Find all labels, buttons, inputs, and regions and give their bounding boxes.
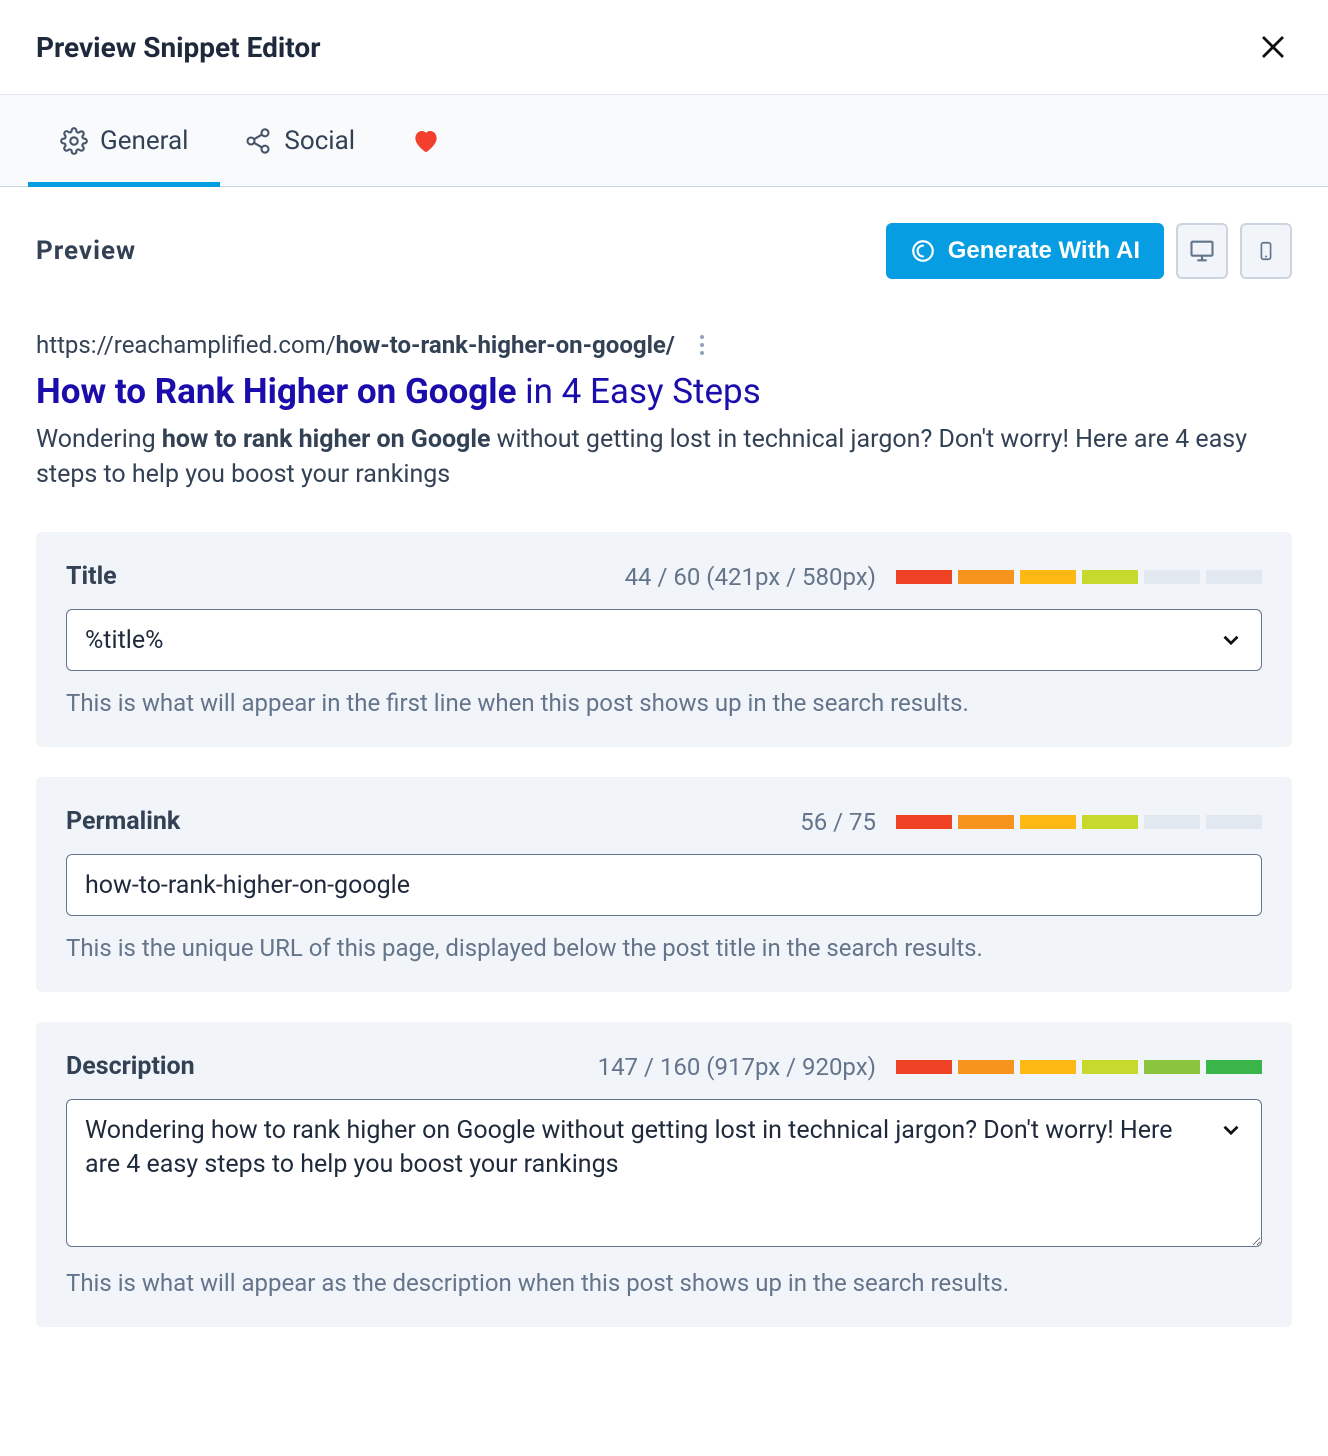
field-label: Description [66,1052,195,1081]
desktop-view-button[interactable] [1176,223,1228,279]
length-meter [896,1060,1262,1074]
field-panel-description: Description 147 / 160 (917px / 920px) Th… [36,1022,1292,1327]
field-panel-title: Title 44 / 60 (421px / 580px) This is wh… [36,532,1292,747]
field-panel-permalink: Permalink 56 / 75 This is the unique URL… [36,777,1292,992]
monitor-icon [1188,237,1216,265]
modal-header: Preview Snippet Editor [0,0,1328,95]
field-counter: 56 / 75 [800,808,876,836]
generate-ai-button[interactable]: Generate With AI [886,223,1164,279]
title-input[interactable] [66,609,1262,671]
mobile-view-button[interactable] [1240,223,1292,279]
helper-text: This is what will appear as the descript… [66,1269,1262,1297]
serp-preview: https://reachamplified.com/how-to-rank-h… [36,331,1292,492]
more-icon[interactable] [699,334,705,356]
serp-url: https://reachamplified.com/how-to-rank-h… [36,331,1292,359]
gear-icon [60,127,88,155]
serp-title: How to Rank Higher on Google in 4 Easy S… [36,371,1292,412]
field-label: Title [66,562,117,591]
modal-title: Preview Snippet Editor [36,31,320,64]
ai-icon [910,238,936,264]
length-meter [896,815,1262,829]
tab-favorite[interactable] [411,95,441,186]
field-label: Permalink [66,807,180,836]
tab-label: Social [284,126,355,156]
field-counter: 44 / 60 (421px / 580px) [625,563,876,591]
tabs-bar: General Social [0,95,1328,187]
serp-description: Wondering how to rank higher on Google w… [36,422,1292,492]
close-button[interactable] [1254,28,1292,66]
permalink-input[interactable] [66,854,1262,916]
tab-general[interactable]: General [60,95,188,186]
description-input[interactable] [66,1099,1262,1247]
preview-header-row: Preview Generate With AI [36,223,1292,279]
close-icon [1258,32,1288,62]
tab-social[interactable]: Social [244,95,355,186]
tab-label: General [100,126,188,156]
generate-label: Generate With AI [948,237,1140,265]
preview-actions: Generate With AI [886,223,1292,279]
smartphone-icon [1255,237,1277,265]
length-meter [896,570,1262,584]
helper-text: This is the unique URL of this page, dis… [66,934,1262,962]
heart-icon [411,126,441,156]
field-counter: 147 / 160 (917px / 920px) [598,1053,876,1081]
preview-heading: Preview [36,236,136,266]
helper-text: This is what will appear in the first li… [66,689,1262,717]
share-icon [244,127,272,155]
